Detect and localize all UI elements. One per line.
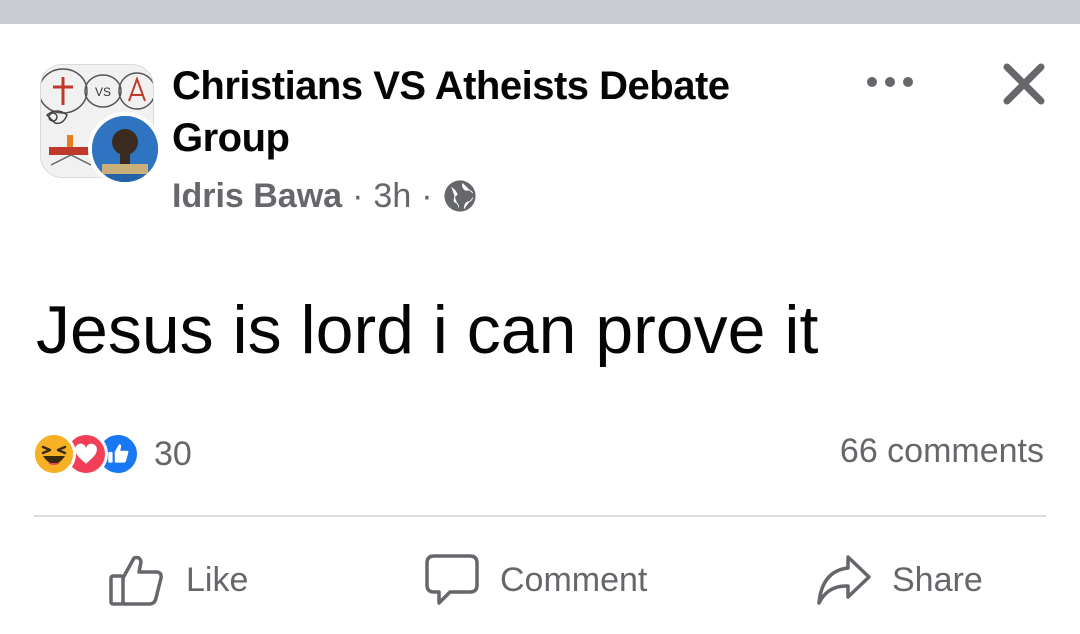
close-button[interactable] bbox=[996, 56, 1052, 112]
comment-icon bbox=[425, 554, 479, 605]
author-name-link[interactable]: Idris Bawa bbox=[172, 177, 342, 216]
post-text: Jesus is lord i can prove it bbox=[36, 292, 819, 368]
close-icon bbox=[1003, 63, 1045, 105]
top-status-bar bbox=[0, 0, 1080, 24]
comments-count-link[interactable]: 66 comments bbox=[840, 432, 1044, 471]
share-label: Share bbox=[892, 560, 983, 599]
group-name-link[interactable]: Christians VS Atheists Debate Group bbox=[172, 60, 812, 164]
globe-icon bbox=[443, 179, 477, 213]
thumbs-up-icon bbox=[109, 555, 163, 606]
haha-icon bbox=[32, 432, 76, 476]
like-label: Like bbox=[186, 560, 249, 599]
share-arrow-icon bbox=[817, 555, 871, 605]
reactions-summary[interactable]: 30 bbox=[32, 430, 192, 478]
post-timestamp[interactable]: 3h bbox=[373, 177, 411, 216]
reactions-count: 30 bbox=[154, 434, 192, 473]
comment-button[interactable]: Comment bbox=[424, 548, 647, 612]
more-options-button[interactable] bbox=[860, 62, 920, 102]
share-button[interactable]: Share bbox=[816, 548, 983, 612]
group-avatar-vs: VS bbox=[95, 85, 111, 99]
avatar-group[interactable]: VS bbox=[40, 64, 162, 186]
meta-separator: · bbox=[421, 176, 433, 215]
meta-separator: · bbox=[352, 176, 364, 215]
ellipsis-icon bbox=[867, 77, 913, 87]
divider bbox=[34, 515, 1046, 517]
comment-label: Comment bbox=[500, 560, 648, 599]
post-meta: Idris Bawa · 3h · bbox=[172, 175, 477, 217]
author-avatar[interactable] bbox=[88, 112, 162, 186]
like-button[interactable]: Like bbox=[108, 548, 248, 612]
